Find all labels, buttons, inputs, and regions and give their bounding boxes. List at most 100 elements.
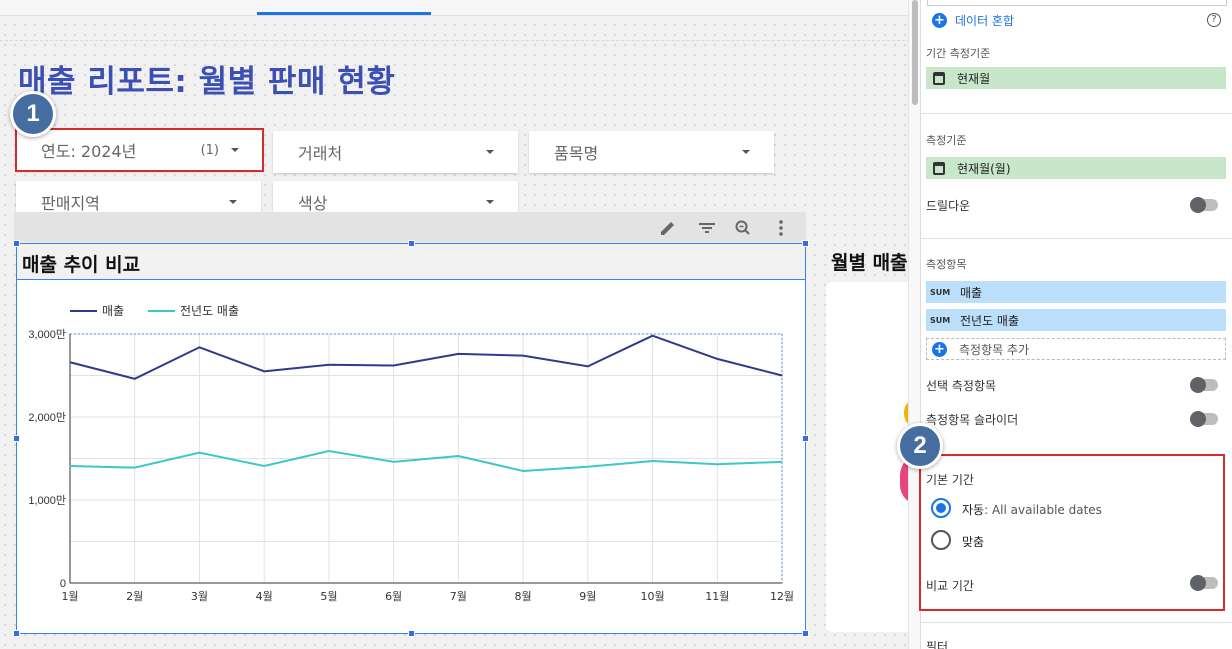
filter-year-label: 연도: 2024년 [41,142,137,161]
data-point [134,378,136,380]
x-tick-label: 10월 [640,590,664,603]
step-badge-2: 2 [897,423,943,469]
filter-color-label: 색상 [298,194,328,213]
data-point [781,375,783,376]
data-point [652,460,654,462]
chevron-down-icon [486,200,494,204]
aggregation-tag: SUM [930,287,951,297]
active-page-tab-indicator[interactable] [257,12,431,15]
resize-handle[interactable] [802,435,809,442]
data-point [587,466,589,468]
filter-icon[interactable] [697,218,717,238]
calendar-icon [933,71,945,85]
report-canvas: 매출 리포트: 월별 판매 현황 연도: 2024년 (1) 거래처 품목명 판… [0,0,920,649]
data-point [457,353,459,355]
auto-sub-label: : All available dates [984,503,1102,517]
resize-handle[interactable] [802,630,809,637]
data-point [716,358,718,360]
y-tick-label: 3,000만 [28,328,66,341]
x-tick-label: 1월 [61,590,78,603]
filter-client[interactable]: 거래처 [273,131,518,173]
comparison-range-label: 비교 기간 [926,579,974,593]
resize-handle[interactable] [408,240,415,247]
drilldown-toggle[interactable] [1190,197,1218,213]
divider [920,622,1232,623]
calendar-icon [933,161,945,175]
optional-metrics-toggle[interactable] [1190,377,1218,393]
data-point [587,365,589,367]
metric-chip-sales[interactable]: SUM 매출 [926,281,1226,303]
resize-handle[interactable] [13,630,20,637]
x-tick-label: 5월 [320,590,337,603]
add-metric-label: 측정항목 추가 [959,342,1030,357]
date-dimension-chip[interactable]: 현재월 [926,67,1226,89]
resize-handle[interactable] [13,435,20,442]
add-icon: + [932,13,947,28]
comparison-range-toggle[interactable] [1190,575,1218,591]
monthly-sales-chart-title: 월별 매출 [831,252,908,274]
chart-toolbar [14,212,806,242]
dimension-chip[interactable]: 현재월(월) [926,157,1226,179]
chevron-down-icon [486,150,494,154]
data-point [393,461,395,463]
data-point [328,364,330,366]
data-point [263,465,265,467]
help-icon[interactable]: ? [1207,13,1221,27]
data-point [69,361,71,363]
chevron-down-icon [231,148,239,152]
legend-label: 매출 [102,304,124,318]
filter-region-label: 판매지역 [41,194,100,213]
filter-item-label: 품목명 [554,144,599,163]
chart-title: 매출 추이 비교 [22,254,141,276]
data-point [457,455,459,457]
divider [920,238,1232,239]
data-point [522,355,524,357]
x-tick-label: 8월 [515,590,532,603]
auto-radio[interactable] [931,498,951,518]
dimension-value: 현재월(월) [957,161,1011,176]
data-source-field[interactable] [927,0,1227,6]
add-metric-button[interactable]: + 측정항목 추가 [926,338,1226,360]
metrics-label: 측정항목 [926,258,967,271]
resize-handle[interactable] [802,240,809,247]
auto-label: 자동 [962,503,985,517]
y-tick-label: 1,000만 [28,494,66,507]
zoom-icon[interactable] [733,218,753,238]
x-tick-label: 11월 [705,590,729,603]
x-tick-label: 4월 [256,590,273,603]
more-vert-icon[interactable] [771,218,791,238]
custom-radio-label: 맞춤 [962,535,985,549]
data-point [134,467,136,469]
resize-handle[interactable] [408,630,415,637]
filter-year[interactable]: 연도: 2024년 (1) [15,128,264,172]
date-dimension-value: 현재월 [957,71,991,86]
metric-slider-label: 측정항목 슬라이더 [926,413,1019,427]
metric-chip-prev-year-sales[interactable]: SUM 전년도 매출 [926,309,1226,331]
report-title: 매출 리포트: 월별 판매 현황 [18,64,396,100]
chevron-down-icon [229,200,237,204]
data-point [328,450,330,452]
blend-data-button[interactable]: + 데이터 혼합 [932,12,1014,29]
metric-slider-toggle[interactable] [1190,411,1218,427]
resize-handle[interactable] [13,240,20,247]
scrollbar-thumb[interactable] [912,0,918,105]
data-point [198,452,200,454]
step-badge-1: 1 [10,91,56,137]
filter-section-label: 필터 [926,640,949,649]
legend-label: 전년도 매출 [180,304,239,318]
metric-name: 매출 [960,285,983,300]
y-tick-label: 2,000만 [28,411,66,424]
filter-item[interactable]: 품목명 [529,131,774,173]
custom-radio[interactable] [931,530,951,550]
chart-header: 매출 추이 비교 [17,244,805,280]
data-point [652,335,654,337]
aggregation-tag: SUM [930,315,951,325]
optional-metrics-label: 선택 측정항목 [926,379,997,393]
line-chart-card[interactable]: 매출 추이 비교 0 1,000만 2,000만 3,000만 1월 2월 3월 4월 5월 6월… [16,243,806,634]
metric-name: 전년도 매출 [960,313,1020,328]
page-tab-bar [0,0,920,16]
x-tick-label: 6월 [385,590,402,603]
y-tick-label: 0 [60,578,66,590]
edit-pencil-icon[interactable] [658,218,678,238]
x-tick-label: 7월 [450,590,467,603]
